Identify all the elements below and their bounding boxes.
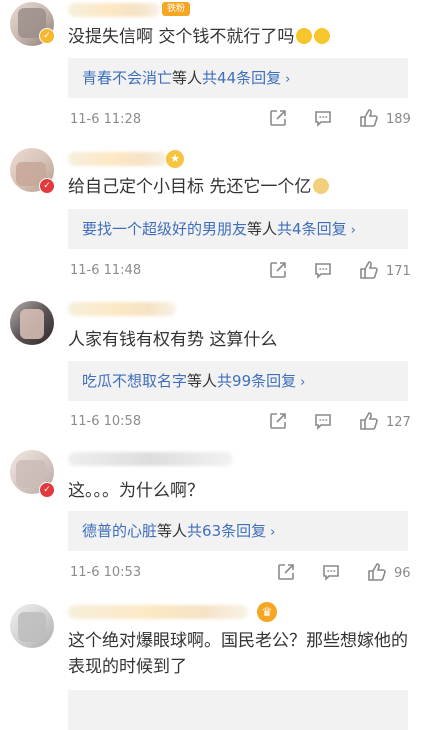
- reply-summary[interactable]: 青春不会消亡等人共44条回复 ›: [68, 58, 408, 98]
- comment-time: 11-6 11:48: [70, 263, 142, 278]
- like-icon[interactable]: [358, 259, 380, 281]
- comment-text: 这个绝对爆眼球啊。国民老公？那些想嫁他的表现的时候到了: [68, 631, 408, 677]
- reply-count[interactable]: 共4条回复: [277, 220, 347, 238]
- comment-icon[interactable]: [313, 411, 333, 431]
- like-icon[interactable]: [358, 107, 380, 129]
- like-icon[interactable]: [366, 561, 388, 583]
- reply-count[interactable]: 共63条回复: [187, 522, 266, 540]
- comment-item: ✓ ★ 给自己定个小目标 先还它一个亿 要找一个超级好的男朋友等人共4条回复 › …: [0, 140, 421, 295]
- username-blurred[interactable]: [68, 3, 160, 17]
- share-icon[interactable]: [268, 108, 288, 128]
- verified-badge-icon: ✓: [39, 178, 55, 194]
- comment-text: 给自己定个小目标 先还它一个亿: [68, 174, 330, 200]
- username-blurred[interactable]: [68, 452, 233, 466]
- reply-users[interactable]: 青春不会消亡: [82, 69, 172, 87]
- comment-text: 这。。。为什么啊？: [68, 481, 204, 501]
- comment-item: ✓ 铁粉 没提失信啊 交个钱不就行了吗 青春不会消亡等人共44条回复 › 11-6…: [0, 0, 421, 140]
- username-blurred[interactable]: [68, 152, 168, 166]
- reply-count[interactable]: 共99条回复: [217, 372, 296, 390]
- laugh-emoji-icon: [314, 28, 331, 44]
- comment-time: 11-6 10:58: [70, 414, 142, 429]
- avatar[interactable]: [10, 301, 54, 345]
- comment-item: ♛ 这个绝对爆眼球啊。国民老公？那些想嫁他的表现的时候到了: [0, 590, 421, 730]
- reply-count[interactable]: 共44条回复: [202, 69, 281, 87]
- comment-icon[interactable]: [313, 108, 333, 128]
- comment-text: 没提失信啊 交个钱不就行了吗: [68, 24, 331, 50]
- share-icon[interactable]: [268, 260, 288, 280]
- username-blurred[interactable]: [68, 605, 248, 619]
- reply-users[interactable]: 德普的心脏: [82, 522, 157, 540]
- reply-summary[interactable]: 吃瓜不想取名字等人共99条回复 ›: [68, 361, 408, 401]
- comment-item: ✓ 这。。。为什么啊？ 德普的心脏等人共63条回复 › 11-6 10:53 96: [0, 440, 421, 590]
- iron-fan-badge: 铁粉: [162, 2, 191, 16]
- comment-time: 11-6 10:53: [70, 565, 142, 580]
- reply-summary-partial[interactable]: [68, 690, 408, 730]
- comment-text: 人家有钱有权有势 这算什么: [68, 330, 278, 350]
- chevron-right-icon: ›: [285, 72, 291, 87]
- share-icon[interactable]: [276, 562, 296, 582]
- comment-time: 11-6 11:28: [70, 112, 142, 127]
- reply-users[interactable]: 吃瓜不想取名字: [82, 372, 187, 390]
- comment-item: 人家有钱有权有势 这算什么 吃瓜不想取名字等人共99条回复 › 11-6 10:5…: [0, 295, 421, 440]
- level-badge-icon: ★: [166, 150, 184, 168]
- chevron-right-icon: ›: [270, 525, 276, 540]
- like-count: 171: [386, 264, 411, 279]
- reply-summary[interactable]: 要找一个超级好的男朋友等人共4条回复 ›: [68, 209, 408, 249]
- avatar[interactable]: [10, 604, 54, 648]
- crown-icon: ♛: [257, 602, 277, 622]
- reply-summary[interactable]: 德普的心脏等人共63条回复 ›: [68, 511, 408, 551]
- verified-badge-icon: ✓: [39, 28, 55, 44]
- chevron-right-icon: ›: [300, 375, 306, 390]
- share-icon[interactable]: [268, 411, 288, 431]
- like-count: 96: [394, 566, 411, 581]
- comment-icon[interactable]: [321, 562, 341, 582]
- username-blurred[interactable]: [68, 302, 176, 316]
- like-icon[interactable]: [358, 410, 380, 432]
- chevron-right-icon: ›: [350, 223, 356, 238]
- verified-badge-icon: ✓: [39, 482, 55, 498]
- laugh-emoji-icon: [296, 28, 313, 44]
- like-count: 127: [386, 415, 411, 430]
- like-count: 189: [386, 112, 411, 127]
- doge-emoji-icon: [313, 178, 330, 194]
- reply-users[interactable]: 要找一个超级好的男朋友: [82, 220, 247, 238]
- comment-icon[interactable]: [313, 260, 333, 280]
